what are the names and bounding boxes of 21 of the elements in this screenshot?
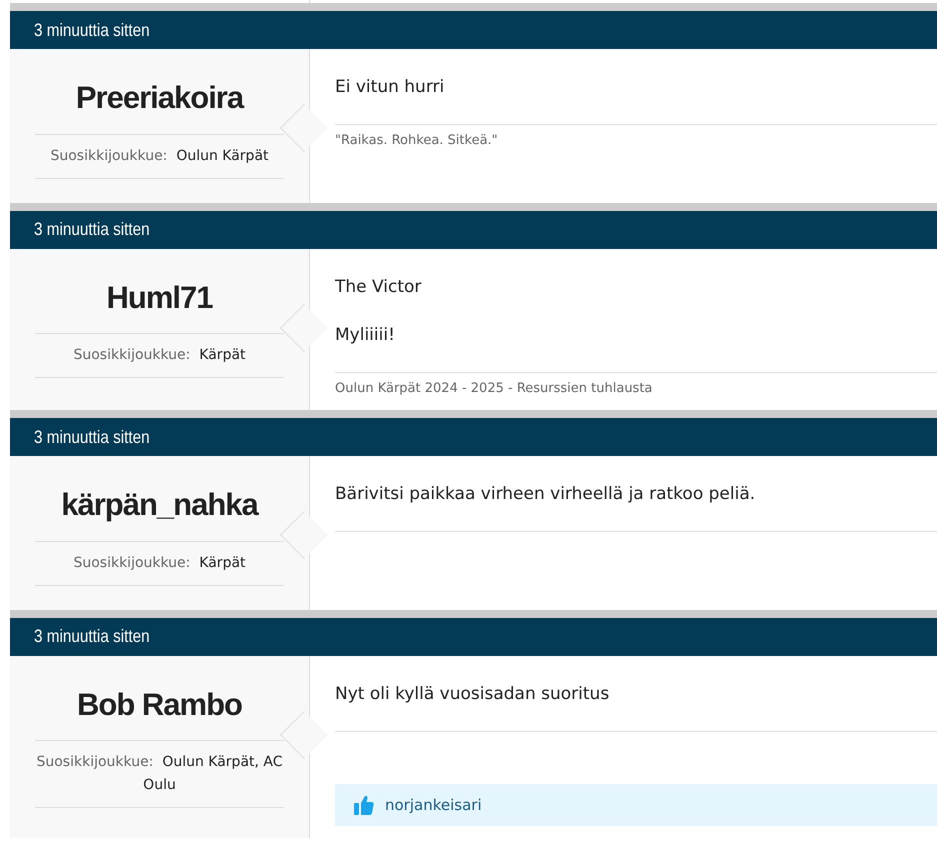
favorite-team-text: Suosikkijoukkue: Kärpät	[35, 542, 284, 586]
post-text: Nyt oli kyllä vuosisadan suoritus	[335, 682, 610, 706]
author-name[interactable]: Bob Rambo	[35, 656, 284, 741]
author-name[interactable]: Huml71	[35, 248, 284, 334]
author-name[interactable]: Preeriakoira	[35, 49, 284, 134]
favorite-team-text: Suosikkijoukkue: Kärpät	[35, 334, 284, 378]
favorite-team-text: Suosikkijoukkue: Oulun Kärpät	[35, 134, 284, 178]
post-text: Myliiiii!	[335, 324, 396, 346]
post-text: Bärivitsi paikkaa virheen virheellä ja ratkoo peliä.	[335, 483, 756, 506]
signature-text: "Raikas. Rohkea. Sitkeä."	[335, 132, 499, 150]
post-text: Ei vitun hurri	[335, 76, 446, 99]
author-name[interactable]: kärpän_nahka	[35, 456, 284, 542]
signature-text: Oulun Kärpät 2024 - 2025 - Resurssien tuhlausta	[335, 380, 654, 398]
post-time: 3 minuuttia sitten	[34, 625, 150, 648]
favorite-team-text: Suosikkijoukkue: Oulun Kärpät, AC Oulu	[35, 741, 284, 808]
post-time: 3 minuuttia sitten	[34, 18, 150, 42]
post-time: 3 minuuttia sitten	[34, 426, 150, 448]
liker-link[interactable]: norjankeisari	[385, 794, 482, 816]
post-text: The Victor	[335, 276, 422, 298]
thumbs-up-icon	[353, 794, 375, 816]
post-time: 3 minuuttia sitten	[34, 218, 150, 241]
